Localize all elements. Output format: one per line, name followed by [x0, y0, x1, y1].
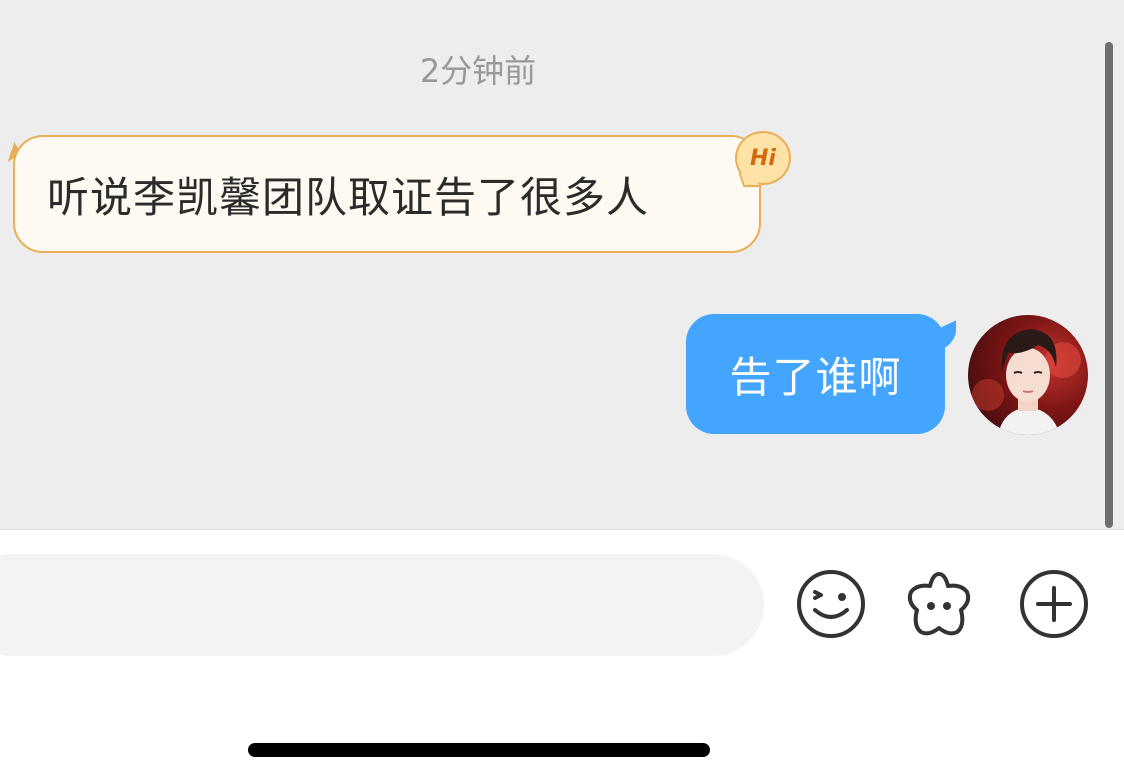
hi-badge-label: Hi: [750, 145, 776, 171]
plus-button[interactable]: [1018, 568, 1090, 640]
home-indicator[interactable]: [248, 743, 710, 757]
message-timestamp: 2分钟前: [419, 52, 537, 90]
scrollbar[interactable]: [1105, 42, 1113, 528]
plus-icon: [1020, 570, 1088, 638]
incoming-message-bubble[interactable]: 听说李凯馨团队取证告了很多人: [13, 135, 761, 253]
outgoing-message-text: 告了谁啊: [729, 352, 902, 402]
message-input[interactable]: [0, 554, 764, 656]
avatar[interactable]: [968, 315, 1088, 435]
sticker-button[interactable]: [903, 568, 975, 640]
message-list[interactable]: 2分钟前 听说李凯馨团队取证告了很多人 Hi 告了谁啊: [0, 0, 1124, 530]
sticker-icon: [907, 572, 971, 636]
chat-screen: 2分钟前 听说李凯馨团队取证告了很多人 Hi 告了谁啊: [0, 0, 1124, 782]
outgoing-message-bubble[interactable]: 告了谁啊: [686, 314, 945, 434]
emoji-button[interactable]: [795, 568, 867, 640]
incoming-message-text: 听说李凯馨团队取证告了很多人: [47, 172, 650, 222]
emoji-icon: [797, 570, 865, 638]
hi-badge-icon: Hi: [735, 131, 791, 185]
avatar-portrait-icon: [972, 329, 1081, 435]
